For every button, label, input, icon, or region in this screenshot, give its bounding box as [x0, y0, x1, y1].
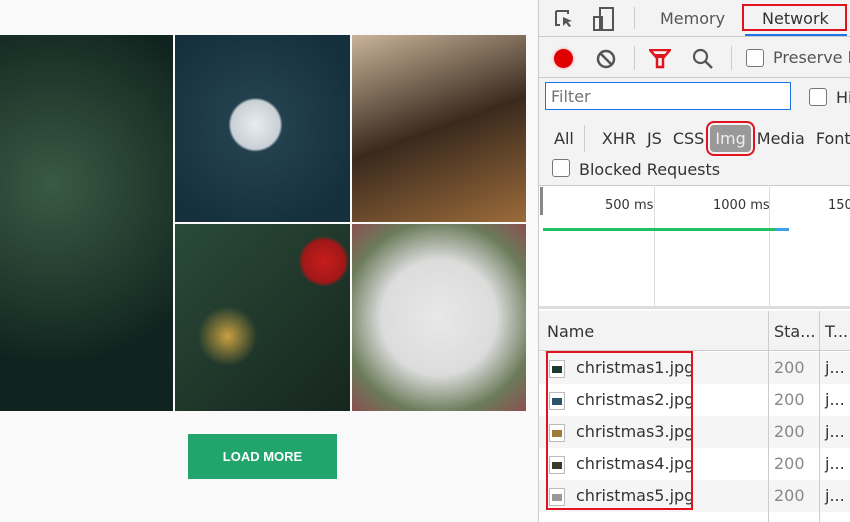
request-status: 200 — [774, 422, 805, 441]
column-name[interactable]: Name — [547, 322, 594, 341]
filter-input[interactable] — [545, 82, 791, 110]
request-type: j... — [825, 454, 845, 473]
inspect-element-icon[interactable] — [553, 8, 575, 30]
gallery-image-5 — [352, 224, 526, 411]
preserve-log-label: Preserve log — [773, 48, 850, 67]
hide-data-urls-checkbox[interactable] — [809, 88, 827, 106]
filter-type-css[interactable]: CSS — [668, 125, 709, 152]
request-type: j... — [825, 358, 845, 377]
filter-type-img[interactable]: Img — [706, 121, 755, 156]
load-more-button[interactable]: LOAD MORE — [188, 434, 337, 479]
tab-memory[interactable]: Memory — [660, 9, 725, 28]
preserve-log-checkbox[interactable] — [746, 49, 764, 67]
filter-icon[interactable] — [649, 49, 671, 69]
gallery-image-3 — [352, 35, 526, 222]
active-tab-underline — [745, 34, 847, 36]
web-page: LOAD MORE — [0, 0, 538, 522]
hide-data-urls-label: Hi — [836, 88, 850, 107]
devtools-tabbar: Memory Network — [539, 0, 850, 37]
request-status: 200 — [774, 390, 805, 409]
column-type[interactable]: T... — [825, 322, 848, 341]
filter-type-all[interactable]: All — [549, 125, 585, 152]
timeline-tick: 1000 ms — [713, 198, 770, 213]
filter-row: Hi All XHRJSCSSImgMediaFont Blocked Reque… — [539, 78, 850, 186]
request-type: j... — [825, 486, 845, 505]
gallery-image-1 — [0, 35, 173, 411]
timeline-tick: 150 — [828, 198, 850, 213]
table-header: Name Sta... T... — [539, 311, 850, 351]
filter-type-js[interactable]: JS — [642, 125, 667, 152]
device-toolbar-icon[interactable] — [592, 7, 616, 31]
filter-type-font[interactable]: Font — [811, 125, 850, 152]
request-status: 200 — [774, 486, 805, 505]
request-status: 200 — [774, 358, 805, 377]
blocked-requests-checkbox[interactable] — [552, 159, 570, 177]
devtools-panel: Memory Network Preserve log Hi All XHRJSC… — [538, 0, 850, 522]
request-type: j... — [825, 390, 845, 409]
gallery-image-2 — [175, 35, 350, 222]
requests-table: Name Sta... T... christmas1.jpg 200 j...… — [539, 311, 850, 522]
request-timing-bar — [543, 228, 779, 231]
column-status[interactable]: Sta... — [774, 322, 816, 341]
request-status: 200 — [774, 454, 805, 473]
filter-type-xhr[interactable]: XHR — [597, 125, 641, 152]
record-icon[interactable] — [554, 49, 573, 68]
search-icon[interactable] — [692, 48, 714, 70]
resource-type-filters: All XHR JS CSS Img Media Font — [549, 121, 850, 156]
gallery-image-4 — [175, 224, 350, 411]
timeline-overview: 500 ms 1000 ms 150 — [539, 187, 850, 309]
timeline-tick: 500 ms — [605, 198, 654, 213]
requests-highlight — [546, 351, 693, 510]
filter-type-media[interactable]: Media — [752, 125, 810, 152]
request-type: j... — [825, 422, 845, 441]
blocked-requests-label: Blocked Requests — [579, 160, 721, 179]
clear-icon[interactable] — [596, 49, 616, 69]
network-tab-highlight — [742, 4, 847, 31]
network-toolbar: Preserve log — [539, 37, 850, 78]
